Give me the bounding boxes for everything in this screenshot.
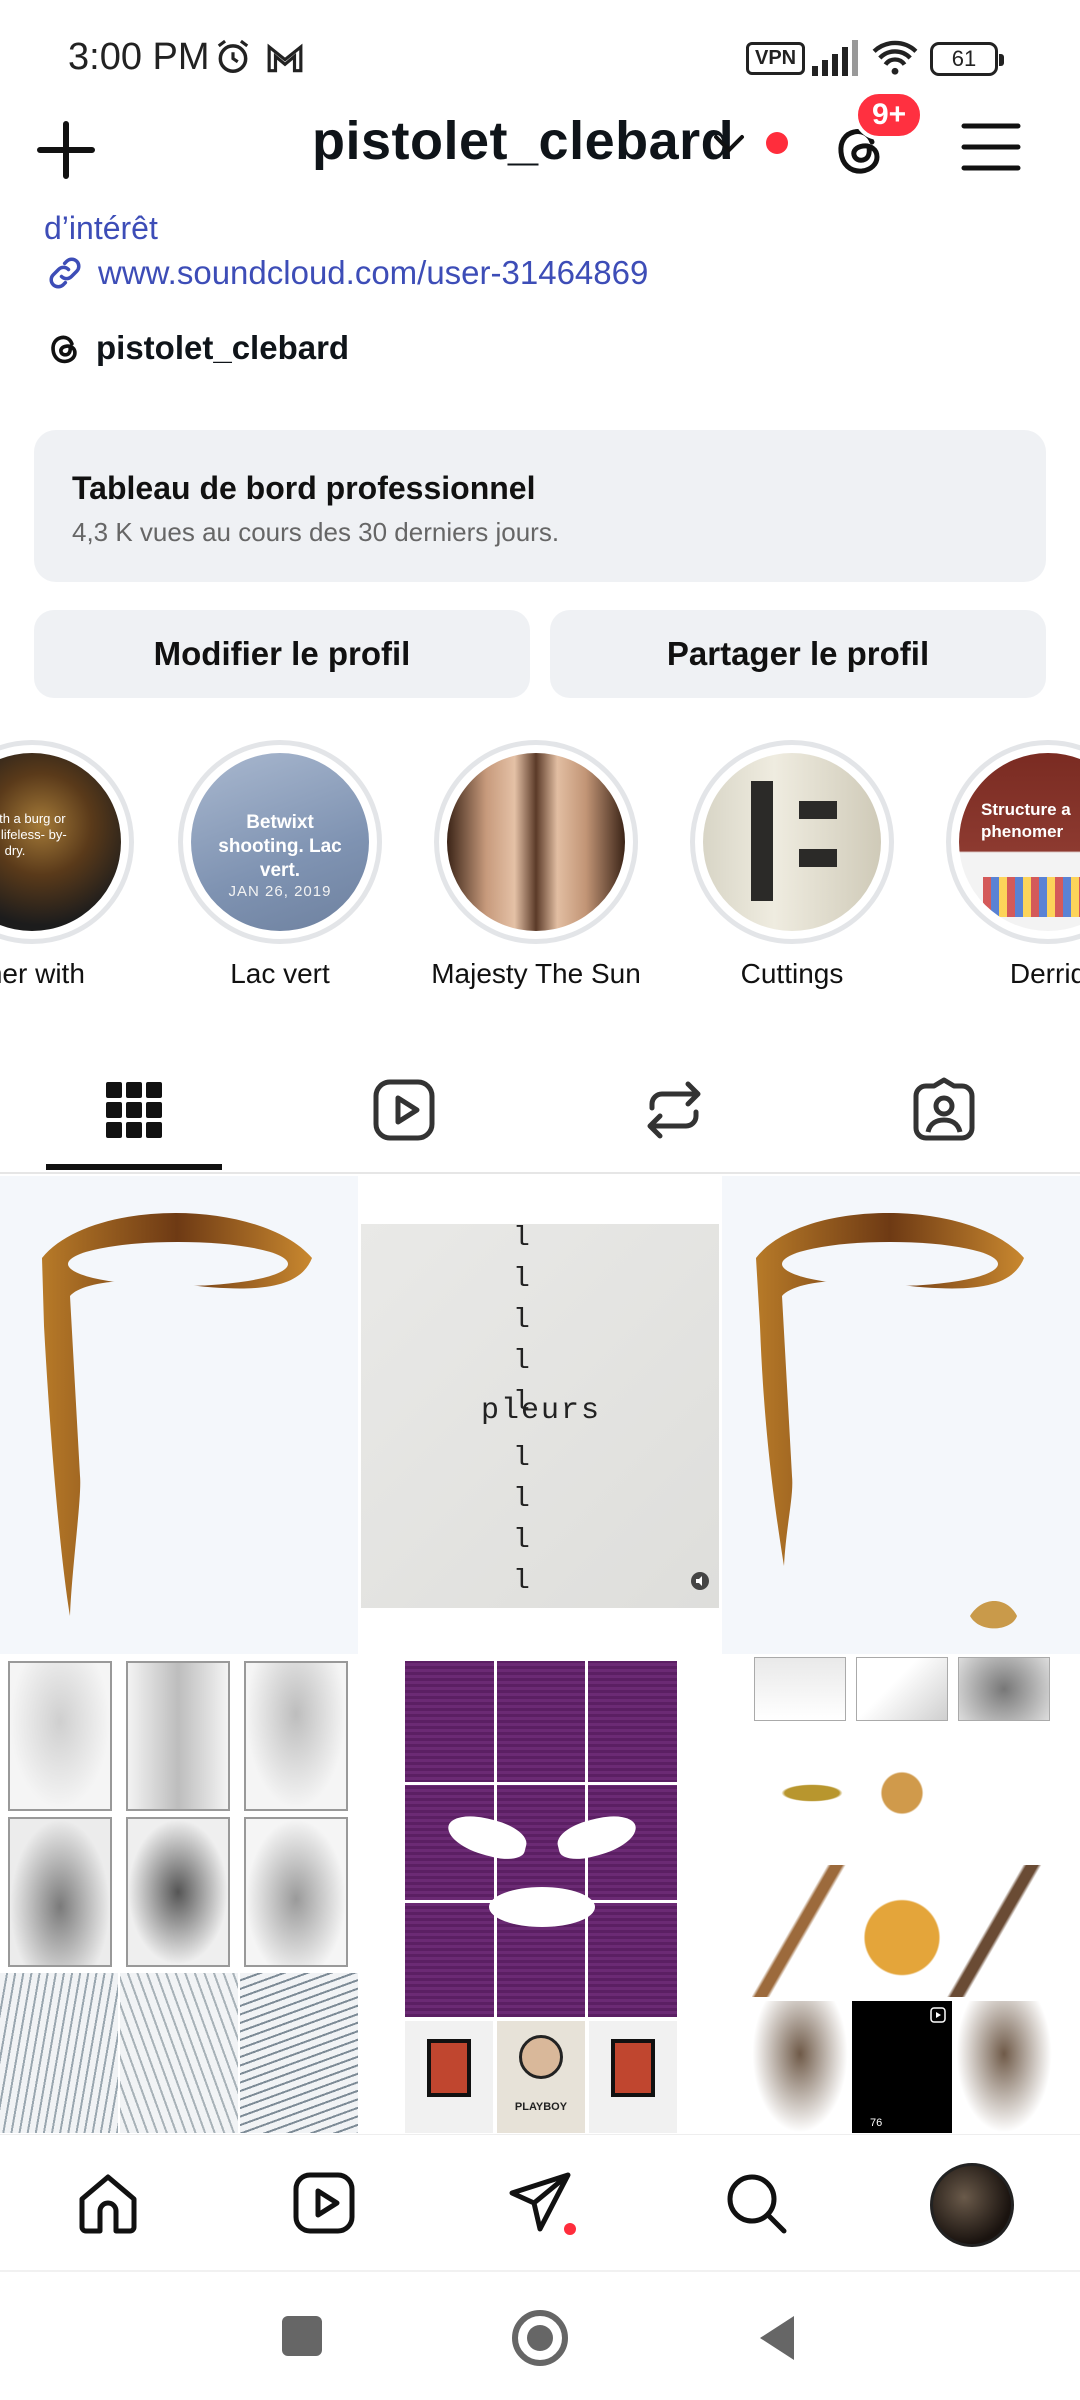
bio-link-url[interactable]: www.soundcloud.com/user-31464869 — [98, 254, 648, 292]
signal-icon — [812, 40, 858, 76]
post-thumbnail[interactable]: 76 — [722, 1657, 1080, 2134]
threads-handle-text: pistolet_clebard — [96, 329, 350, 366]
highlight-item[interactable]: Structure a phenomer Derrid — [938, 740, 1080, 990]
home-icon[interactable] — [72, 2167, 144, 2239]
highlight-item[interactable]: Betwixt shooting. Lac vert. JAN 26, 2019… — [170, 740, 390, 990]
profile-header: pistolet_clebard 9+ — [0, 90, 1080, 190]
highlight-item[interactable]: Majesty The Sun — [426, 740, 646, 990]
direct-message-icon[interactable] — [504, 2167, 576, 2239]
tagged-icon[interactable] — [908, 1074, 980, 1146]
highlight-label: Derrid — [1009, 958, 1080, 989]
bio-link[interactable]: www.soundcloud.com/user-31464869 — [44, 252, 648, 294]
threads-icon — [51, 335, 77, 364]
highlight-cover-text: Betwixt shooting. Lac vert. — [218, 812, 342, 881]
highlight-label: Cuttings — [740, 958, 844, 989]
reposts-icon[interactable] — [638, 1074, 710, 1146]
profile-content-tabs — [0, 1050, 1080, 1174]
search-icon[interactable] — [720, 2167, 792, 2239]
highlight-label: ther with — [0, 958, 85, 989]
hamburger-menu-icon[interactable] — [960, 120, 1022, 174]
post-thumbnail[interactable]: PLAYBOY — [361, 1657, 719, 2134]
back-button[interactable] — [756, 2314, 796, 2362]
reels-icon[interactable] — [368, 1074, 440, 1146]
post-thumbnail[interactable] — [0, 1657, 358, 2134]
alarm-icon — [217, 39, 249, 73]
post-image-peel-mask — [42, 1213, 312, 1616]
post-image-peel-mask — [756, 1213, 1024, 1629]
highlight-cover: Structure a phenomer — [959, 753, 1080, 931]
highlight-label: Majesty The Sun — [431, 958, 641, 989]
reel-icon — [930, 2007, 946, 2023]
post-thumbnail[interactable] — [0, 1176, 358, 1654]
home-button[interactable] — [512, 2310, 568, 2366]
posts-grid: lllll pleurs llll PLAYBOY 76 — [0, 1176, 1080, 2134]
typewriter-word: pleurs — [481, 1394, 602, 1428]
highlight-label: Lac vert — [230, 958, 330, 989]
unread-dot — [766, 132, 788, 154]
share-profile-button[interactable]: Partager le profil — [550, 610, 1046, 698]
highlight-cover-date: JAN 26, 2019 — [228, 883, 332, 900]
system-navigation-bar — [0, 2270, 1080, 2400]
muted-audio-icon[interactable] — [691, 1572, 709, 1590]
highlight-cover: Betwixt shooting. Lac vert. JAN 26, 2019 — [191, 753, 369, 931]
post-thumbnail[interactable]: lllll pleurs llll — [361, 1176, 719, 1654]
account-username[interactable]: pistolet_clebard — [312, 110, 734, 172]
active-tab-indicator — [46, 1164, 222, 1170]
highlight-cover — [703, 753, 881, 931]
plus-icon[interactable] — [30, 114, 102, 186]
reel-view-count: 76 — [870, 2117, 883, 2129]
highlight-item[interactable]: per with a burg or ...lling lifeless- by… — [0, 740, 142, 990]
highlight-cover — [447, 753, 625, 931]
threads-profile-link[interactable]: pistolet_clebard — [44, 328, 349, 368]
recents-button[interactable] — [282, 2316, 322, 2356]
highlight-cover-text: Structure a phenomer — [981, 800, 1071, 841]
grid-icon[interactable] — [98, 1074, 170, 1146]
post-thumbnail[interactable] — [722, 1176, 1080, 1654]
battery-indicator: 61 — [930, 42, 1004, 76]
reels-icon[interactable] — [288, 2167, 360, 2239]
status-bar: 3:00 PM VPN 61 — [0, 0, 1080, 110]
bio-text: d’intérêt — [44, 210, 158, 246]
notifications-badge[interactable]: 9+ — [854, 90, 925, 140]
story-highlights: per with a burg or ...lling lifeless- by… — [0, 740, 1080, 1010]
link-icon — [49, 257, 81, 289]
highlight-cover: per with a burg or ...lling lifeless- by… — [0, 753, 121, 931]
chevron-down-icon[interactable] — [712, 128, 746, 158]
bottom-navigation — [0, 2134, 1080, 2270]
gmail-icon — [267, 43, 303, 73]
edit-profile-button[interactable]: Modifier le profil — [34, 610, 530, 698]
vpn-badge: VPN — [746, 42, 806, 75]
highlight-item[interactable]: Cuttings — [682, 740, 902, 990]
dashboard-subtitle: 4,3 K vues au cours des 30 derniers jour… — [72, 517, 560, 547]
dashboard-title: Tableau de bord professionnel — [72, 470, 536, 506]
status-time: 3:00 PM — [68, 36, 210, 78]
highlight-cover-text: per with a burg or ...lling lifeless- by… — [0, 811, 67, 858]
playboy-text: PLAYBOY — [514, 2101, 568, 2113]
wifi-icon — [872, 40, 918, 75]
professional-dashboard[interactable]: Tableau de bord professionnel 4,3 K vues… — [34, 430, 1046, 582]
profile-avatar[interactable] — [930, 2163, 1014, 2247]
